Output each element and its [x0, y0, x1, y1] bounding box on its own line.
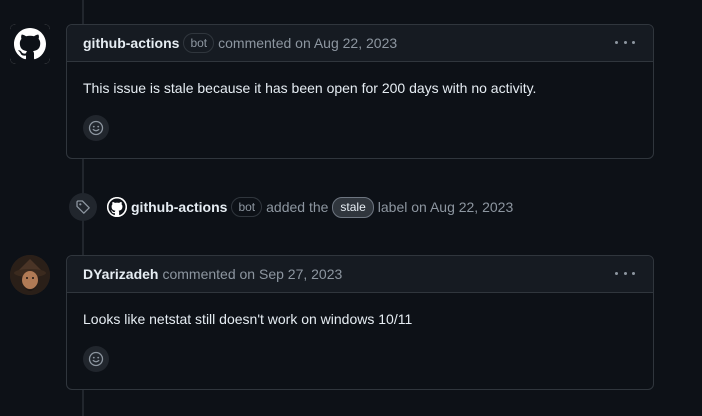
comment-header: DYarizadeh commented on Sep 27, 2023	[67, 256, 653, 293]
comment-author-link[interactable]: DYarizadeh	[83, 266, 158, 282]
smiley-icon	[88, 120, 104, 136]
kebab-menu-icon[interactable]	[615, 34, 635, 50]
dyarizadeh-avatar[interactable]	[10, 255, 50, 295]
user-avatar	[10, 255, 50, 295]
add-reaction-button[interactable]	[83, 115, 109, 141]
smiley-icon	[88, 351, 104, 367]
comment-timestamp[interactable]: commented on Sep 27, 2023	[162, 266, 342, 282]
tag-icon	[76, 200, 90, 214]
add-reaction-button[interactable]	[83, 346, 109, 372]
comment-timestamp[interactable]: commented on Aug 22, 2023	[218, 35, 397, 51]
comment-card: github-actions bot commented on Aug 22, …	[66, 24, 654, 159]
comment-card: DYarizadeh commented on Sep 27, 2023 Loo…	[66, 255, 654, 390]
github-logo-icon	[10, 24, 50, 64]
github-logo-icon	[107, 197, 127, 217]
issue-timeline: github-actions bot commented on Aug 22, …	[0, 0, 702, 416]
event-action-text: added the	[266, 199, 329, 215]
github-actions-avatar[interactable]	[10, 24, 50, 64]
stale-label[interactable]: stale	[332, 196, 374, 218]
kebab-menu-icon[interactable]	[615, 265, 635, 281]
event-author-link[interactable]: github-actions	[131, 199, 227, 215]
event-badge	[69, 193, 97, 221]
bot-badge: bot	[231, 197, 263, 217]
comment-body: Looks like netstat still doesn't work on…	[83, 311, 413, 327]
github-actions-mini-avatar[interactable]	[107, 197, 127, 217]
bot-badge: bot	[183, 33, 215, 53]
comment-header: github-actions bot commented on Aug 22, …	[67, 25, 653, 62]
event-timestamp[interactable]: label on Aug 22, 2023	[378, 199, 513, 215]
label-event: github-actions bot added the stale label…	[69, 193, 513, 221]
comment-body: This issue is stale because it has been …	[83, 80, 537, 96]
comment-author-link[interactable]: github-actions	[83, 35, 179, 51]
